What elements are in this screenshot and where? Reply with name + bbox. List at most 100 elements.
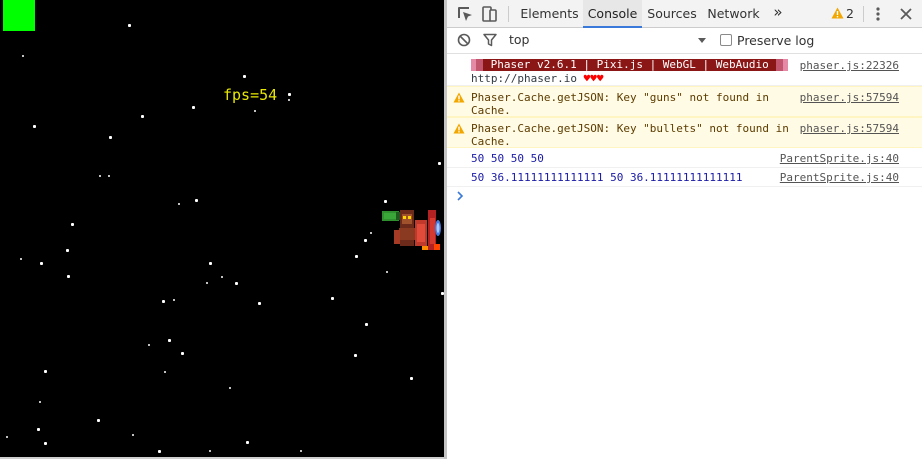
warning-count[interactable]: 2 <box>846 0 854 28</box>
console-prompt-icon[interactable] <box>456 191 464 201</box>
star <box>354 354 357 357</box>
star <box>221 276 223 278</box>
star <box>67 275 70 278</box>
console-message-log: 50 36.11111111111111 50 36.1111111111111… <box>447 168 922 187</box>
star <box>229 387 231 389</box>
toolbar-separator <box>863 6 864 22</box>
close-icon[interactable] <box>899 5 913 23</box>
banner-stripe <box>476 59 483 71</box>
star <box>209 450 211 452</box>
message-text: 50 36.11111111111111 50 36.1111111111111… <box>471 171 743 184</box>
star <box>39 401 41 403</box>
message-text-line2: Cache. <box>471 104 511 117</box>
chevron-down-icon[interactable] <box>697 34 707 46</box>
star <box>71 223 74 226</box>
preserve-log-checkbox[interactable] <box>720 34 732 46</box>
toolbar-separator <box>508 6 509 22</box>
star <box>97 419 100 422</box>
warning-icon[interactable] <box>831 7 844 19</box>
star <box>44 442 47 445</box>
console-message-warning: Phaser.Cache.getJSON: Key "guns" not fou… <box>447 86 922 117</box>
star <box>365 323 368 326</box>
phaser-banner-text: Phaser v2.6.1 | Pixi.js | WebGL | WebAud… <box>483 58 777 71</box>
star <box>288 93 291 96</box>
warning-icon <box>453 92 465 103</box>
message-source-link[interactable]: ParentSprite.js:40 <box>780 171 899 184</box>
message-text-line2: Cache. <box>471 135 511 148</box>
tab-console[interactable]: Console <box>583 0 642 28</box>
game-canvas[interactable]: fps=54 <box>0 0 444 457</box>
tab-elements[interactable]: Elements <box>516 0 583 28</box>
message-source-link[interactable]: phaser.js:57594 <box>800 91 899 104</box>
console-message-log: Phaser v2.6.1 | Pixi.js | WebGL | WebAud… <box>447 55 922 86</box>
star <box>99 175 101 177</box>
preserve-log-label[interactable]: Preserve log <box>737 33 814 48</box>
message-source-link[interactable]: phaser.js:57594 <box>800 122 899 135</box>
star <box>370 232 372 234</box>
star <box>243 75 246 78</box>
star <box>33 125 36 128</box>
star <box>66 249 69 252</box>
star <box>158 450 161 453</box>
console-messages[interactable]: Phaser v2.6.1 | Pixi.js | WebGL | WebAud… <box>447 55 922 459</box>
inspect-element-icon[interactable] <box>456 5 474 23</box>
star <box>37 428 40 431</box>
star <box>6 436 8 438</box>
star <box>178 203 180 205</box>
tab-network[interactable]: Network <box>702 0 765 28</box>
context-selector[interactable]: top <box>509 32 529 47</box>
message-text-line2: http://phaser.io ♥♥♥ <box>471 72 603 85</box>
filter-icon[interactable] <box>482 32 498 48</box>
star <box>181 352 184 355</box>
star <box>109 136 112 139</box>
star <box>20 258 22 260</box>
star <box>132 434 134 436</box>
banner-stripe <box>776 59 784 71</box>
console-filter-bar: top Preserve log <box>447 28 922 54</box>
star <box>384 200 387 203</box>
star <box>288 99 290 101</box>
tab-sources[interactable]: Sources <box>642 0 702 28</box>
star <box>164 371 166 373</box>
star <box>40 262 43 265</box>
star <box>235 282 238 285</box>
star <box>148 344 150 346</box>
star <box>108 175 110 177</box>
star <box>195 199 198 202</box>
health-indicator <box>3 0 35 31</box>
star <box>258 302 261 305</box>
star <box>355 255 358 258</box>
star <box>364 239 367 242</box>
phaser-link[interactable]: http://phaser.io <box>471 72 584 85</box>
star <box>410 377 413 380</box>
hearts-text: ♥♥♥ <box>583 72 604 85</box>
devtools-panel: Elements Console Sources Network » 2 top <box>447 0 922 459</box>
star <box>141 115 144 118</box>
star <box>254 110 256 112</box>
message-source-link[interactable]: ParentSprite.js:40 <box>780 152 899 165</box>
kebab-menu-icon[interactable] <box>873 5 883 23</box>
star <box>206 282 208 284</box>
star <box>438 162 441 165</box>
device-toolbar-icon[interactable] <box>480 5 498 23</box>
star <box>209 262 212 265</box>
message-text: 50 50 50 50 <box>471 152 544 165</box>
enemy-sprite <box>382 210 441 250</box>
message-source-link[interactable]: phaser.js:22326 <box>800 59 899 72</box>
star <box>173 299 175 301</box>
star <box>162 300 165 303</box>
star <box>300 450 302 452</box>
star <box>246 441 249 444</box>
banner-stripe <box>783 59 789 71</box>
clear-console-icon[interactable] <box>456 32 472 48</box>
star <box>128 24 131 27</box>
star <box>44 370 47 373</box>
star <box>331 297 334 300</box>
more-tabs-button[interactable]: » <box>767 0 789 28</box>
console-message-warning: Phaser.Cache.getJSON: Key "bullets" not … <box>447 117 922 148</box>
star <box>192 106 195 109</box>
message-text: Phaser.Cache.getJSON: Key "bullets" not … <box>471 122 789 135</box>
message-text: Phaser.Cache.getJSON: Key "guns" not fou… <box>471 91 770 104</box>
console-message-log: 50 50 50 50 ParentSprite.js:40 <box>447 149 922 168</box>
warning-icon <box>453 123 465 134</box>
